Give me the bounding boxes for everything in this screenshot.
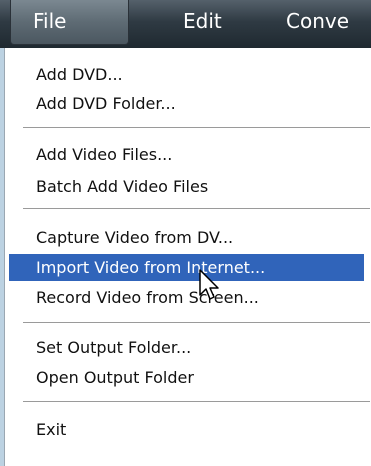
- menu-separator: [23, 401, 370, 402]
- menu-separator: [23, 127, 370, 128]
- menu-item-set-output-folder[interactable]: Set Output Folder...: [9, 334, 364, 361]
- menu-item-label: Capture Video from DV...: [36, 228, 234, 247]
- menu-item-label: Batch Add Video Files: [36, 177, 209, 196]
- menu-item-record-video-from-screen[interactable]: Record Video from Screen...: [9, 284, 364, 311]
- menu-item-add-dvd[interactable]: Add DVD...: [9, 61, 364, 88]
- menu-item-exit[interactable]: Exit: [9, 416, 364, 443]
- menu-file[interactable]: File: [10, 0, 129, 45]
- menu-separator: [23, 208, 370, 209]
- menu-file-label: File: [33, 9, 67, 33]
- menu-convert[interactable]: Conve: [286, 0, 371, 45]
- menu-separator: [23, 322, 370, 323]
- menu-item-add-dvd-folder[interactable]: Add DVD Folder...: [9, 90, 364, 117]
- menu-item-label: Set Output Folder...: [36, 338, 192, 357]
- menu-item-label: Exit: [36, 420, 67, 439]
- menu-item-label: Import Video from Internet...: [36, 258, 266, 277]
- menu-item-add-video-files[interactable]: Add Video Files...: [9, 141, 364, 168]
- menu-edit[interactable]: Edit: [183, 0, 243, 45]
- menu-bar: File Edit Conve: [0, 0, 371, 48]
- menu-item-label: Open Output Folder: [36, 368, 194, 387]
- menu-item-open-output-folder[interactable]: Open Output Folder: [9, 364, 364, 391]
- menu-item-label: Add DVD Folder...: [36, 94, 176, 113]
- menu-item-label: Add DVD...: [36, 65, 123, 84]
- menu-item-capture-video-from-dv[interactable]: Capture Video from DV...: [9, 224, 364, 251]
- menu-item-label: Add Video Files...: [36, 145, 173, 164]
- menu-edit-label: Edit: [183, 9, 222, 33]
- menu-convert-label: Conve: [286, 9, 350, 33]
- menu-item-batch-add-video-files[interactable]: Batch Add Video Files: [9, 173, 364, 200]
- menu-item-label: Record Video from Screen...: [36, 288, 259, 307]
- file-menu-dropdown: Add DVD... Add DVD Folder... Add Video F…: [4, 48, 371, 466]
- menu-item-import-video-from-internet[interactable]: Import Video from Internet...: [9, 254, 364, 281]
